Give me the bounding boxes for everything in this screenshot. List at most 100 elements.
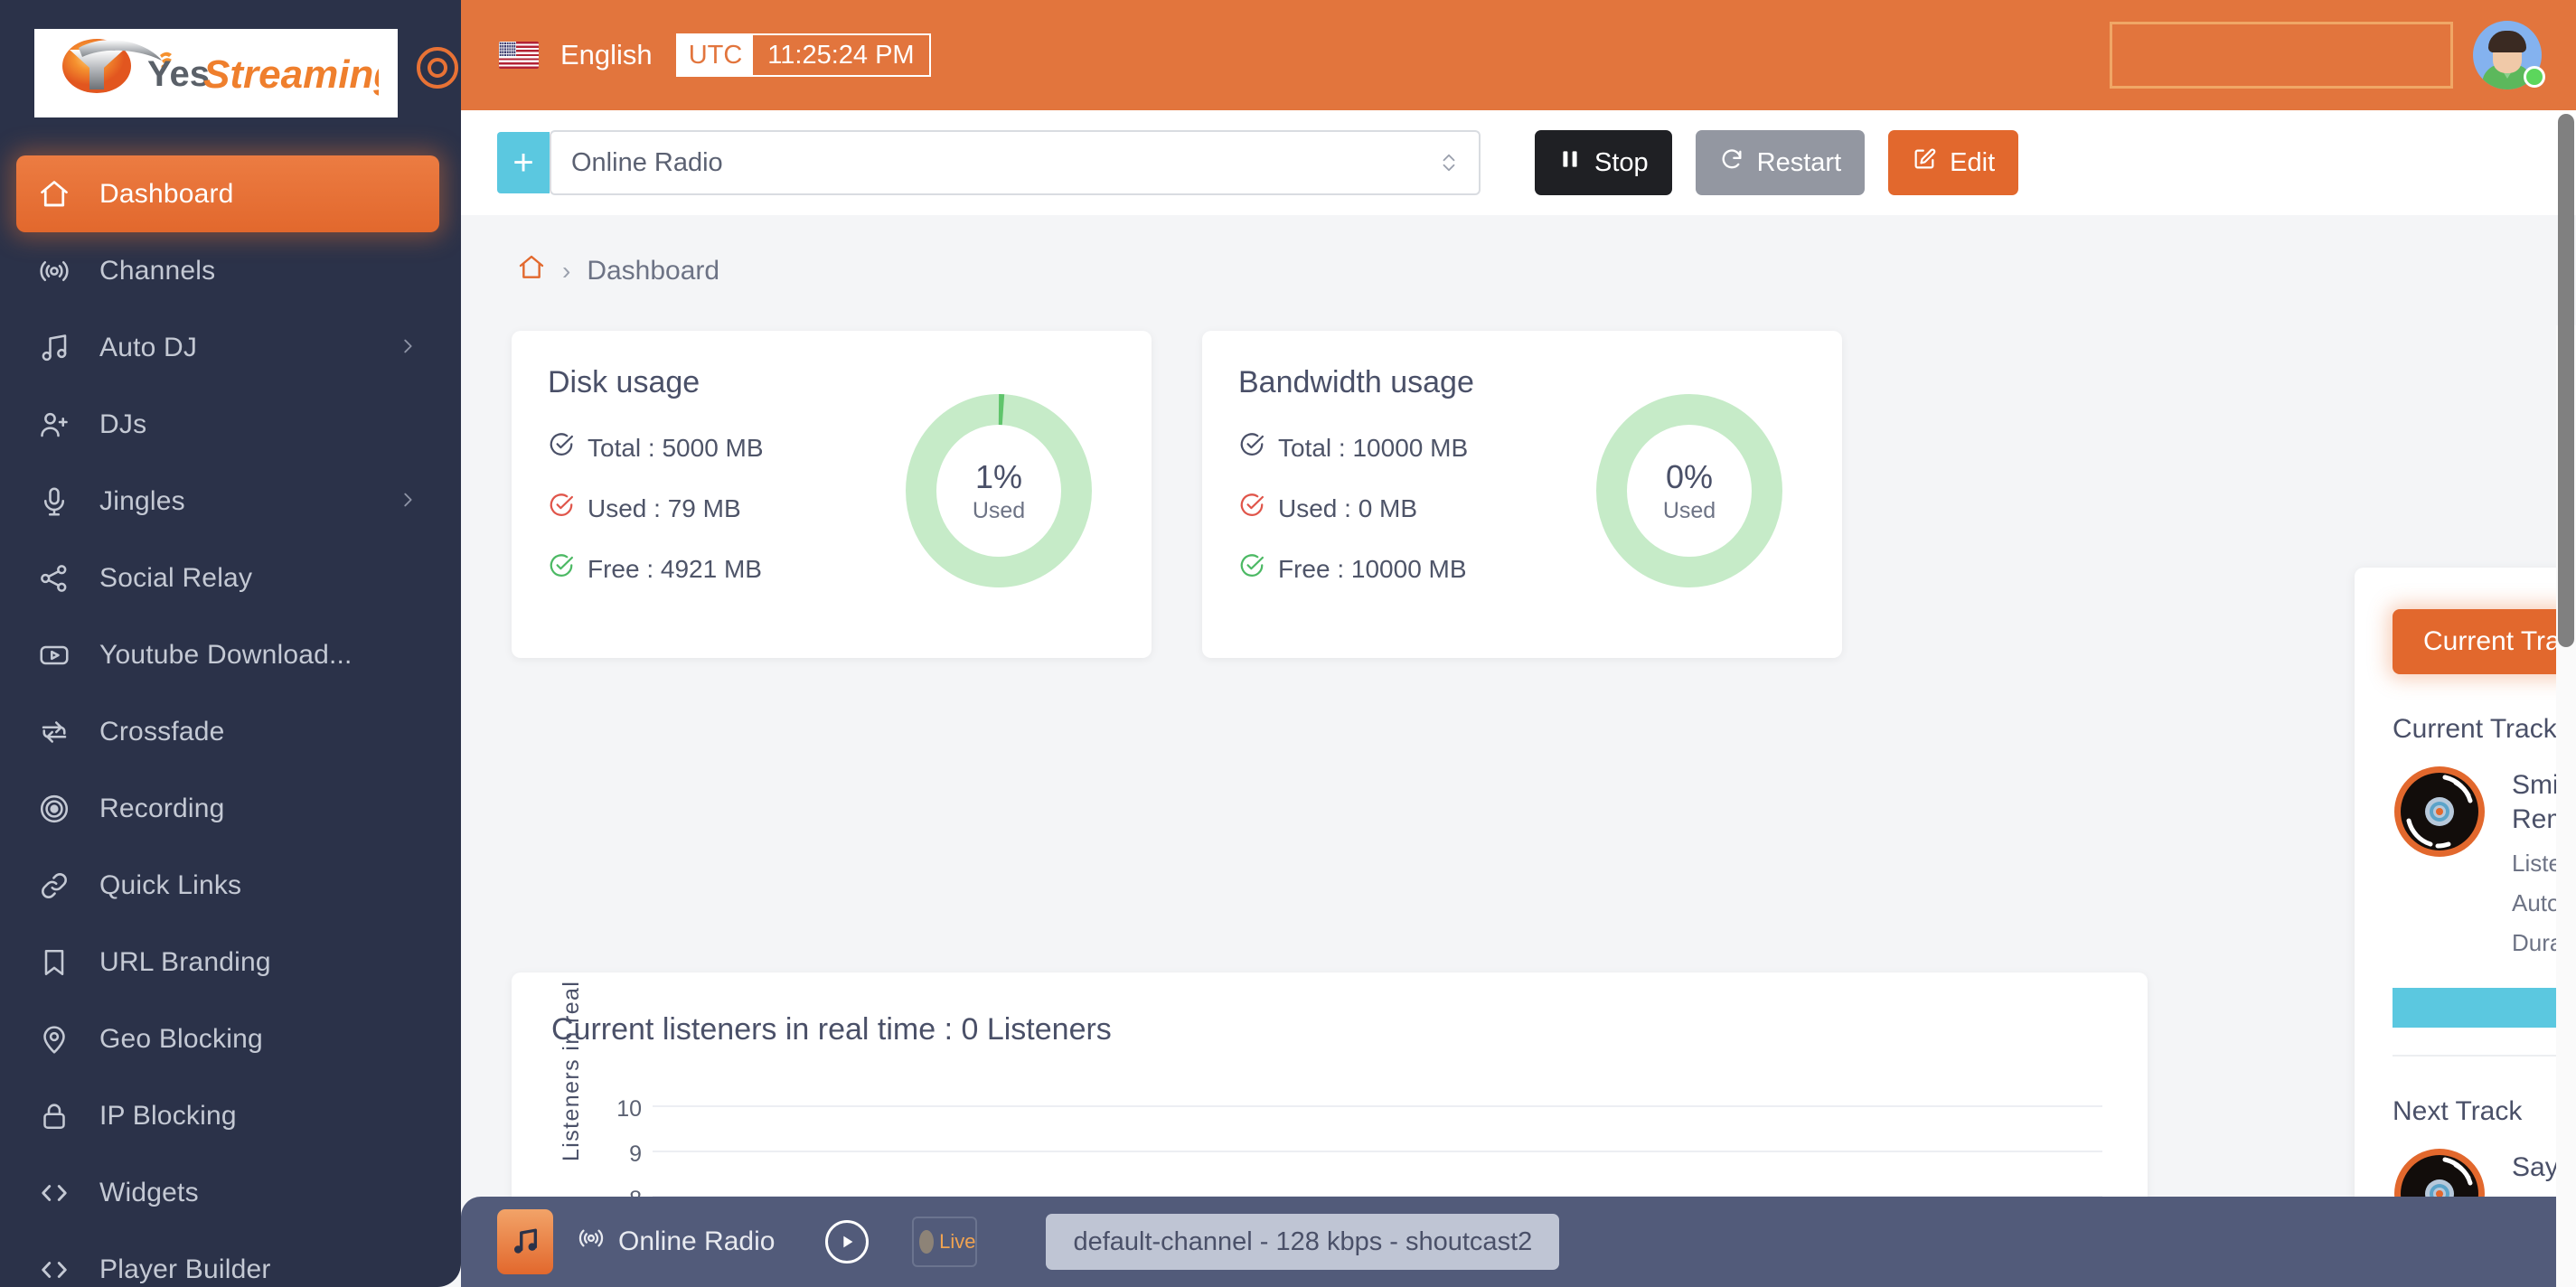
sidebar: Yes Streaming Dashboard Channels Auto DJ… [0,0,461,1287]
sidebar-item-label: DJs [99,409,147,439]
add-station-button[interactable]: + [497,132,550,193]
bandwidth-free-row: Free : 10000 MB [1238,552,1582,586]
bandwidth-usage-percent: 0% [1665,457,1714,495]
restart-button[interactable]: Restart [1695,130,1866,195]
player-bar: Online Radio Live default-channel - 128 … [461,1197,2576,1287]
pencil-square-icon [1912,146,1937,179]
sidebar-item-dashboard[interactable]: Dashboard [16,155,439,232]
sidebar-item-youtube-downloader[interactable]: Youtube Download... [0,616,461,693]
yesstreaming-logo-icon: Yes Streaming [62,39,379,97]
sidebar-item-label: Youtube Download... [99,639,353,670]
code-icon [38,1177,85,1209]
breadcrumb: › Dashboard [461,215,2576,289]
edit-button[interactable]: Edit [1888,130,2019,195]
page-scrollbar-thumb[interactable] [2558,114,2574,647]
panel-divider [2393,1054,2576,1057]
clock-widget: UTC 11:25:24 PM [675,33,931,77]
sidebar-item-label: Widgets [99,1177,199,1207]
repeat-icon [38,716,85,748]
chart-title: Current listeners in real time : 0 Liste… [551,1012,1112,1047]
bandwidth-total-row: Total : 10000 MB [1238,431,1582,465]
sidebar-item-djs[interactable]: DJs [0,386,461,463]
chart-y-axis-label: Listeners in real time [559,972,584,1161]
bandwidth-used-row: Used : 0 MB [1238,492,1582,525]
refresh-icon [1719,146,1744,179]
bandwidth-free-label: Free : 10000 MB [1278,554,1467,583]
edit-button-label: Edit [1950,147,1996,177]
sidebar-item-label: IP Blocking [99,1100,237,1131]
sidebar-item-auto-dj[interactable]: Auto DJ [0,309,461,386]
sidebar-item-label: Geo Blocking [99,1023,263,1054]
track-panel: Current Track Past Tracks Current Track [2355,568,2576,1287]
check-circle-icon [548,431,575,465]
sidebar-item-label: Dashboard [99,178,234,209]
sidebar-item-geo-blocking[interactable]: Geo Blocking [0,1000,461,1077]
svg-text:Streaming: Streaming [203,52,379,97]
timezone-label: UTC [677,35,754,75]
chevron-updown-icon [1439,147,1459,178]
us-flag-icon [499,42,539,69]
chevron-right-icon [398,333,418,363]
sidebar-item-label: Social Relay [99,562,253,593]
sidebar-item-channels[interactable]: Channels [0,232,461,309]
current-track-section-label: Current Track [2393,714,2557,744]
sidebar-item-label: Recording [99,793,225,823]
player-channel-badge[interactable]: default-channel - 128 kbps - shoutcast2 [1046,1214,1560,1270]
sidebar-item-widgets[interactable]: Widgets [0,1154,461,1231]
sidebar-collapse-button[interactable] [417,47,458,89]
sidebar-item-recording[interactable]: Recording [0,770,461,847]
disk-used-row: Used : 79 MB [548,492,891,525]
disk-total-row: Total : 5000 MB [548,431,891,465]
sidebar-item-label: Player Builder [99,1254,271,1284]
breadcrumb-separator: › [562,257,571,285]
disk-free-label: Free : 4921 MB [588,554,762,583]
sidebar-item-jingles[interactable]: Jingles [0,463,461,540]
broadcast-icon [38,255,85,287]
sidebar-nav: Dashboard Channels Auto DJ DJs Jingles S… [0,146,461,1287]
usage-cards-row: Disk usage Total : 5000 MB Used : 79 MB [461,289,2576,658]
disk-usage-card: Disk usage Total : 5000 MB Used : 79 MB [512,331,1152,658]
sidebar-item-label: Auto DJ [99,332,198,362]
disk-usage-percent-label: Used [972,497,1026,523]
brand-logo[interactable]: Yes Streaming [34,29,398,117]
check-circle-icon [1238,492,1265,525]
sidebar-item-quick-links[interactable]: Quick Links [0,847,461,924]
stop-button[interactable]: Stop [1535,130,1672,195]
chevron-right-icon [398,486,418,517]
lock-icon [38,1100,85,1132]
avatar[interactable] [2473,21,2545,89]
language-label[interactable]: English [560,39,653,71]
header-placeholder-box[interactable] [2110,22,2453,89]
sidebar-item-social-relay[interactable]: Social Relay [0,540,461,616]
sidebar-item-ip-blocking[interactable]: IP Blocking [0,1077,461,1154]
bandwidth-usage-percent-label: Used [1662,497,1716,523]
bandwidth-usage-donut: 0% Used [1589,389,1790,593]
status-online-dot [2524,66,2545,88]
live-toggle[interactable]: Live [912,1217,978,1267]
broadcast-icon [577,1224,606,1260]
play-circle-icon[interactable] [825,1220,870,1264]
sidebar-item-player-builder[interactable]: Player Builder [0,1231,461,1287]
pause-icon [1558,146,1582,179]
main-area: English UTC 11:25:24 PM + Online Radio S… [461,0,2576,1287]
restart-button-label: Restart [1756,147,1842,177]
sidebar-item-crossfade[interactable]: Crossfade [0,693,461,770]
player-station-label: Online Radio [618,1226,776,1256]
disk-usage-percent: 1% [974,457,1023,495]
youtube-icon [38,639,85,672]
record-target-icon [38,793,85,825]
track-progress-bar[interactable]: 00:01:34 / 00:03:38 [2393,987,2576,1028]
link-icon [38,869,85,902]
breadcrumb-current: Dashboard [587,256,720,286]
home-icon[interactable] [517,253,546,289]
chart-y-tick: 9 [629,1141,642,1167]
live-label: Live [939,1230,976,1253]
chart-y-tick: 10 [616,1096,642,1122]
vinyl-record-icon [2393,765,2487,859]
toggle-knob [919,1230,935,1254]
tab-current-track[interactable]: Current Track [2393,609,2576,674]
station-select[interactable]: Online Radio [550,130,1481,195]
user-plus-icon [38,409,85,441]
bookmark-icon [38,946,85,979]
sidebar-item-url-branding[interactable]: URL Branding [0,924,461,1000]
